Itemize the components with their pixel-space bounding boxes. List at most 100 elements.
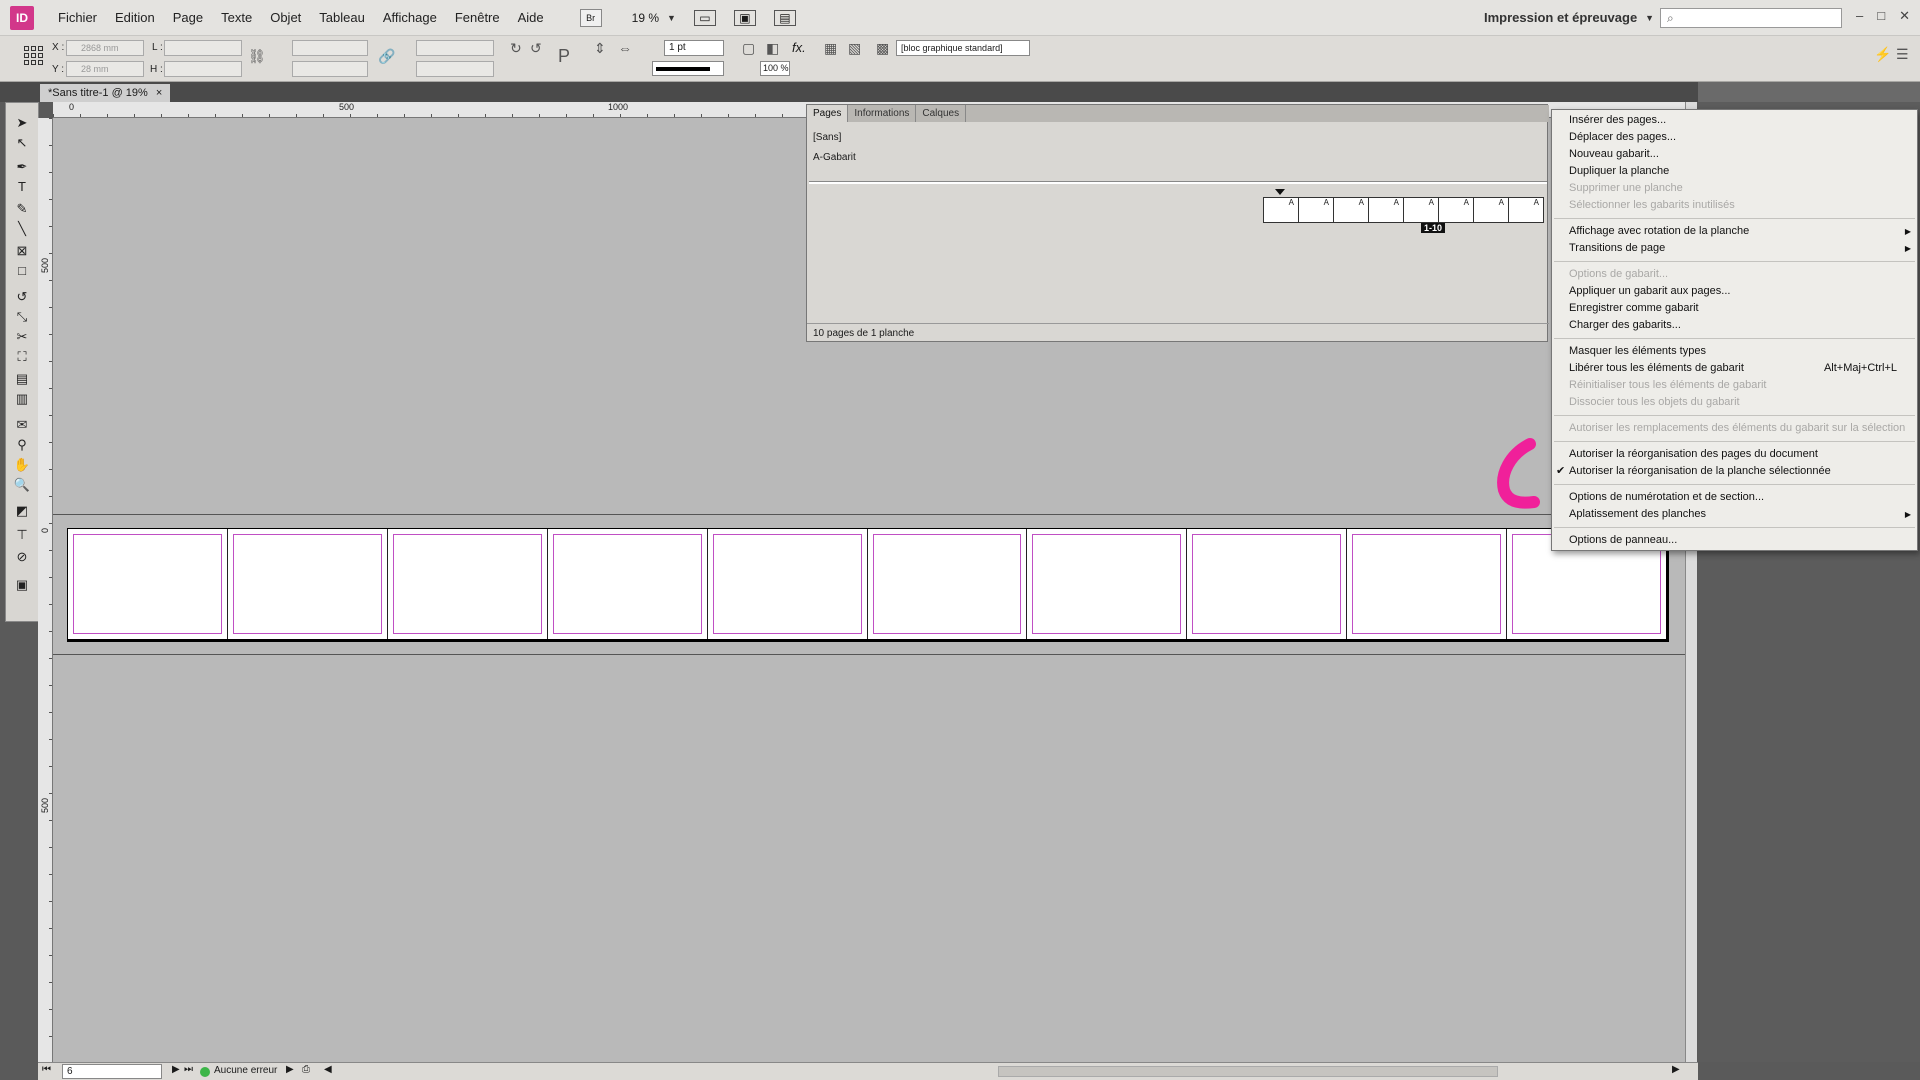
free-transform-tool-icon[interactable]: ⛶ — [13, 349, 31, 365]
menu-item[interactable]: Options de panneau... — [1552, 532, 1917, 549]
type-tool-icon[interactable]: T — [13, 179, 31, 195]
zoom-tool-icon[interactable]: 🔍 — [13, 477, 31, 493]
page-thumbnail[interactable] — [547, 529, 708, 639]
scale-x-field[interactable] — [292, 40, 368, 56]
scroll-right-icon[interactable]: ▶ — [1672, 1064, 1680, 1075]
menu-item[interactable]: Dupliquer la planche — [1552, 163, 1917, 180]
gradient-tool-icon[interactable]: ▤ — [13, 371, 31, 387]
rectangle-tool-icon[interactable]: □ — [13, 263, 31, 279]
x-position-field[interactable]: 2868 mm — [66, 40, 144, 56]
menu-item[interactable]: ✔ Autoriser la réorganisation de la planc… — [1552, 463, 1917, 480]
pencil-tool-icon[interactable]: ✎ — [13, 201, 31, 217]
reference-point-icon[interactable] — [24, 46, 44, 66]
scale-y-field[interactable] — [292, 61, 368, 77]
menu-page[interactable]: Page — [173, 10, 203, 25]
screen-mode-icon[interactable]: ▣ — [733, 9, 756, 26]
scroll-left-icon[interactable]: ◀ — [324, 1064, 332, 1075]
menu-fenetre[interactable]: Fenêtre — [455, 10, 500, 25]
maximize-icon[interactable]: □ — [1877, 8, 1885, 24]
apply-none-icon[interactable]: ⊘ — [13, 549, 31, 565]
menu-tableau[interactable]: Tableau — [319, 10, 365, 25]
menu-item[interactable]: Transitions de page ▶ — [1552, 240, 1917, 257]
frame-fitting-icon[interactable]: ▧ — [848, 40, 861, 57]
menu-item[interactable]: Options de numérotation et de section... — [1552, 489, 1917, 506]
selection-tool-icon[interactable]: ➤ — [13, 115, 31, 131]
workspace-switcher[interactable]: Impression et épreuvage ▼ — [1484, 10, 1654, 25]
opacity-field[interactable]: 100 % — [760, 61, 790, 76]
menu-affichage[interactable]: Affichage — [383, 10, 437, 25]
direct-selection-tool-icon[interactable]: ↖ — [13, 135, 31, 151]
flip-horizontal-icon[interactable]: ⇔ — [618, 40, 632, 56]
menu-edition[interactable]: Edition — [115, 10, 155, 25]
last-page-icon[interactable]: ⏭ — [184, 1064, 193, 1075]
page-icon[interactable]: A — [1369, 197, 1404, 223]
menu-item[interactable]: Masquer les éléments types — [1552, 343, 1917, 360]
width-field[interactable] — [164, 40, 242, 56]
shear-field[interactable] — [416, 61, 494, 77]
page-thumbnail[interactable] — [387, 529, 548, 639]
hand-tool-icon[interactable]: ✋ — [13, 457, 31, 473]
scissors-tool-icon[interactable]: ✂ — [13, 329, 31, 345]
zoom-level-select[interactable]: 19 % ▼ — [632, 11, 676, 25]
rotate-cw-icon[interactable]: ↻ — [510, 40, 522, 57]
menu-item[interactable]: Aplatissement des planches ▶ — [1552, 506, 1917, 523]
page-thumbnail[interactable] — [1027, 529, 1188, 639]
eyedropper-tool-icon[interactable]: ⚲ — [13, 437, 31, 453]
page-icon[interactable]: A — [1299, 197, 1334, 223]
drop-shadow-icon[interactable]: ▢ — [742, 40, 755, 57]
page-thumbnail[interactable] — [867, 529, 1028, 639]
document-tab[interactable]: *Sans titre-1 @ 19% × — [40, 84, 171, 102]
menu-item[interactable]: Insérer des pages... — [1552, 112, 1917, 129]
stroke-type-select[interactable] — [652, 61, 724, 76]
view-options-icon[interactable]: ▭ — [693, 9, 716, 26]
stroke-weight-field[interactable]: 1 pt — [664, 40, 724, 56]
y-position-field[interactable]: 28 mm — [66, 61, 144, 77]
height-field[interactable] — [164, 61, 242, 77]
menu-texte[interactable]: Texte — [221, 10, 252, 25]
panel-divider[interactable] — [809, 181, 1547, 184]
menu-item[interactable]: Libérer tous les éléments de gabarit Alt+… — [1552, 360, 1917, 377]
lightning-icon[interactable]: ⚡ — [1874, 46, 1891, 63]
tab-informations[interactable]: Informations — [848, 105, 917, 122]
effects-button[interactable]: fx. — [792, 40, 806, 55]
note-tool-icon[interactable]: ✉ — [13, 417, 31, 433]
page-number-field[interactable]: 6 — [62, 1064, 162, 1079]
pen-tool-icon[interactable]: ✒ — [13, 159, 31, 175]
next-page-icon[interactable]: ▶ — [172, 1064, 180, 1075]
page-icon[interactable]: A — [1404, 197, 1439, 223]
scale-tool-icon[interactable]: ⤡ — [13, 309, 31, 325]
master-a[interactable]: A-Gabarit — [813, 152, 856, 163]
page-icon[interactable]: A — [1439, 197, 1474, 223]
menu-item[interactable]: Déplacer des pages... — [1552, 129, 1917, 146]
screen-mode-icon[interactable]: ▣ — [13, 577, 31, 593]
rotate-ccw-icon[interactable]: ↺ — [530, 40, 542, 57]
preflight-menu-icon[interactable]: ▶ — [286, 1064, 294, 1075]
menu-item[interactable]: Affichage avec rotation de la planche ▶ — [1552, 223, 1917, 240]
first-page-icon[interactable]: ⏮ — [42, 1064, 51, 1075]
preflight-status[interactable]: Aucune erreur — [214, 1065, 277, 1076]
menu-fichier[interactable]: Fichier — [58, 10, 97, 25]
menu-item[interactable]: Enregistrer comme gabarit — [1552, 300, 1917, 317]
close-icon[interactable]: × — [156, 84, 162, 102]
flip-vertical-icon[interactable]: ⇕ — [594, 40, 606, 57]
tab-pages[interactable]: Pages — [807, 105, 849, 122]
open-file-icon[interactable]: ⎙ — [302, 1064, 310, 1075]
object-style-select[interactable]: [bloc graphique standard] — [896, 40, 1030, 56]
close-icon[interactable]: ✕ — [1899, 8, 1910, 24]
minimize-icon[interactable]: – — [1856, 8, 1863, 24]
page-icon[interactable]: A — [1264, 197, 1299, 223]
menu-objet[interactable]: Objet — [270, 10, 301, 25]
page-icon[interactable]: A — [1474, 197, 1509, 223]
panel-menu-icon[interactable]: ☰ — [1896, 46, 1909, 63]
master-none[interactable]: [Sans] — [813, 132, 841, 143]
fill-stroke-icon[interactable]: ◩ — [13, 503, 31, 519]
page-thumbnail[interactable] — [1347, 529, 1508, 639]
menu-item[interactable]: Charger des gabarits... — [1552, 317, 1917, 334]
vertical-ruler[interactable]: 500 0 500 — [38, 118, 53, 1062]
rotate-tool-icon[interactable]: ↺ — [13, 289, 31, 305]
gradient-feather-tool-icon[interactable]: ▥ — [13, 391, 31, 407]
horizontal-scrollbar-thumb[interactable] — [998, 1066, 1498, 1077]
rectangle-frame-tool-icon[interactable]: ⊠ — [13, 243, 31, 259]
search-input[interactable]: ⌕ — [1660, 8, 1842, 28]
formatting-affects-icon[interactable]: ⊤ — [13, 527, 31, 543]
